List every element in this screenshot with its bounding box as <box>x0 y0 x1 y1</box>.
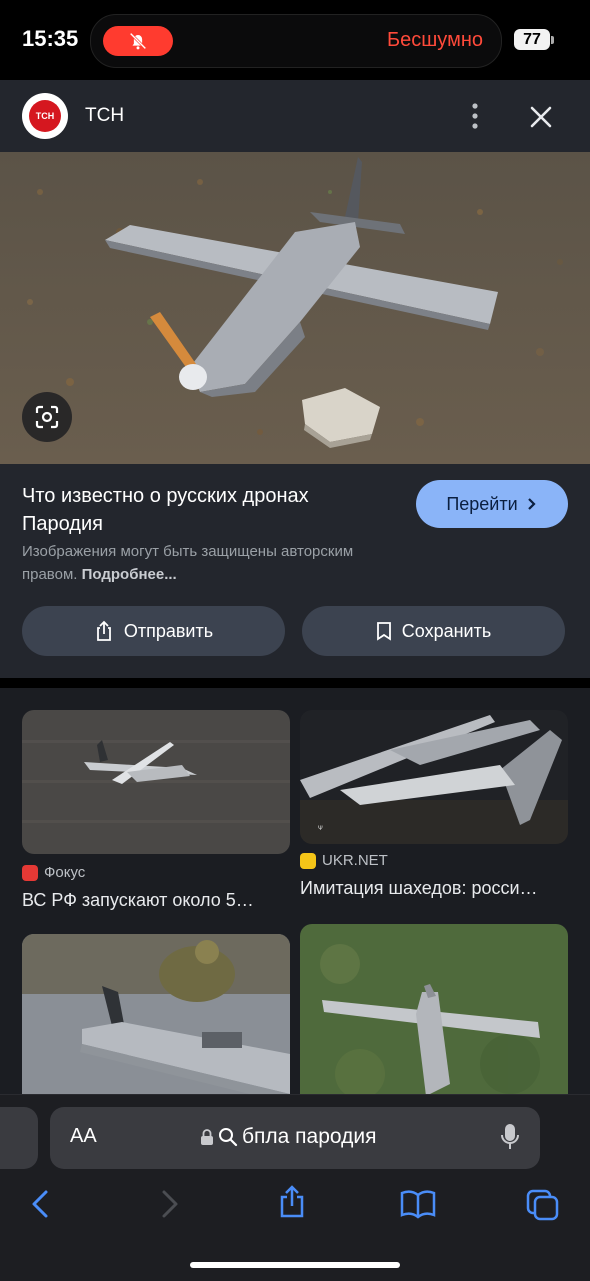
related-title[interactable]: Имитация шахедов: росси… <box>300 878 568 899</box>
related-title[interactable]: ВС РФ запускают около 5… <box>22 890 290 911</box>
back-icon[interactable] <box>30 1189 50 1219</box>
related-source-label: UKR.NET <box>322 852 388 869</box>
copyright-notice: Изображения могут быть защищены авторски… <box>22 540 412 586</box>
browser-bottom-bar: AA бпла пародия <box>0 1094 590 1281</box>
save-label: Сохранить <box>401 620 492 641</box>
home-indicator[interactable] <box>190 1262 400 1268</box>
forward-icon[interactable] <box>160 1189 180 1219</box>
address-query[interactable]: бпла пародия <box>200 1125 376 1149</box>
related-source: UKR.NET <box>300 852 388 869</box>
source-header: ТСН ТСН <box>0 80 590 152</box>
status-bar: 15:35 Бесшумно 77 <box>0 0 590 80</box>
battery-level: 77 <box>514 29 550 50</box>
silent-indicator <box>103 26 173 56</box>
result-title[interactable]: Что известно о русских дронах Пародия <box>22 482 392 538</box>
search-query-text: бпла пародия <box>242 1125 377 1148</box>
related-thumbnail[interactable]: Ψ <box>300 710 568 844</box>
chevron-right-icon <box>527 498 536 510</box>
share-button[interactable]: Отправить <box>22 606 285 656</box>
related-card[interactable] <box>22 934 290 1104</box>
previous-tab-peek[interactable] <box>0 1107 38 1169</box>
dynamic-island: Бесшумно <box>90 14 502 68</box>
ukrnet-favicon <box>300 852 316 869</box>
more-vertical-icon[interactable] <box>462 102 488 130</box>
mic-icon[interactable] <box>500 1123 520 1151</box>
visit-button-label: Перейти <box>446 493 518 514</box>
close-icon[interactable] <box>526 102 556 132</box>
source-name[interactable]: ТСН <box>85 105 124 127</box>
lock-icon <box>201 1129 213 1145</box>
learn-more-link[interactable]: Подробнее... <box>82 566 177 583</box>
share-label: Отправить <box>123 620 214 641</box>
share-icon <box>96 620 111 641</box>
drone-photo <box>0 152 590 464</box>
share-icon[interactable] <box>278 1185 306 1219</box>
text-size-button[interactable]: AA <box>70 1125 97 1148</box>
clock: 15:35 <box>22 26 79 51</box>
battery-tip <box>551 36 554 44</box>
related-thumbnail[interactable] <box>300 924 568 1104</box>
search-icon <box>219 1128 238 1147</box>
lens-icon <box>35 405 59 429</box>
silent-mode-label: Бесшумно <box>387 29 483 51</box>
copyright-text: Изображения могут быть защищены авторски… <box>22 543 354 583</box>
browser-toolbar <box>0 1183 590 1233</box>
preview-image[interactable] <box>0 152 590 464</box>
book-icon[interactable] <box>400 1189 436 1219</box>
text-size-label: AA <box>70 1125 97 1147</box>
related-card[interactable]: Фокус ВС РФ запускают около 5… <box>22 710 290 910</box>
result-panel: Что известно о русских дронах Пародия Пе… <box>0 464 590 678</box>
tabs-icon[interactable] <box>526 1189 560 1221</box>
svg-text:Ψ: Ψ <box>318 825 323 832</box>
related-thumbnail[interactable] <box>22 710 290 854</box>
related-images-grid: Фокус ВС РФ запускают около 5… Ψ UKR.NET… <box>0 688 590 1108</box>
related-card[interactable] <box>300 924 568 1104</box>
source-logo-text: ТСН <box>29 100 61 132</box>
related-thumbnail[interactable] <box>22 934 290 1104</box>
related-card[interactable]: Ψ UKR.NET Имитация шахедов: росси… <box>300 710 568 898</box>
related-source-label: Фокус <box>44 864 86 881</box>
fokus-favicon <box>22 864 38 881</box>
lens-button[interactable] <box>22 392 72 442</box>
bell-slash-icon <box>129 32 147 50</box>
related-source: Фокус <box>22 864 85 881</box>
address-bar[interactable]: AA бпла пародия <box>50 1107 540 1169</box>
section-divider <box>0 678 590 688</box>
source-logo[interactable]: ТСН <box>22 93 68 139</box>
save-button[interactable]: Сохранить <box>302 606 565 656</box>
bookmark-icon <box>376 622 391 641</box>
visit-button[interactable]: Перейти <box>416 480 568 528</box>
